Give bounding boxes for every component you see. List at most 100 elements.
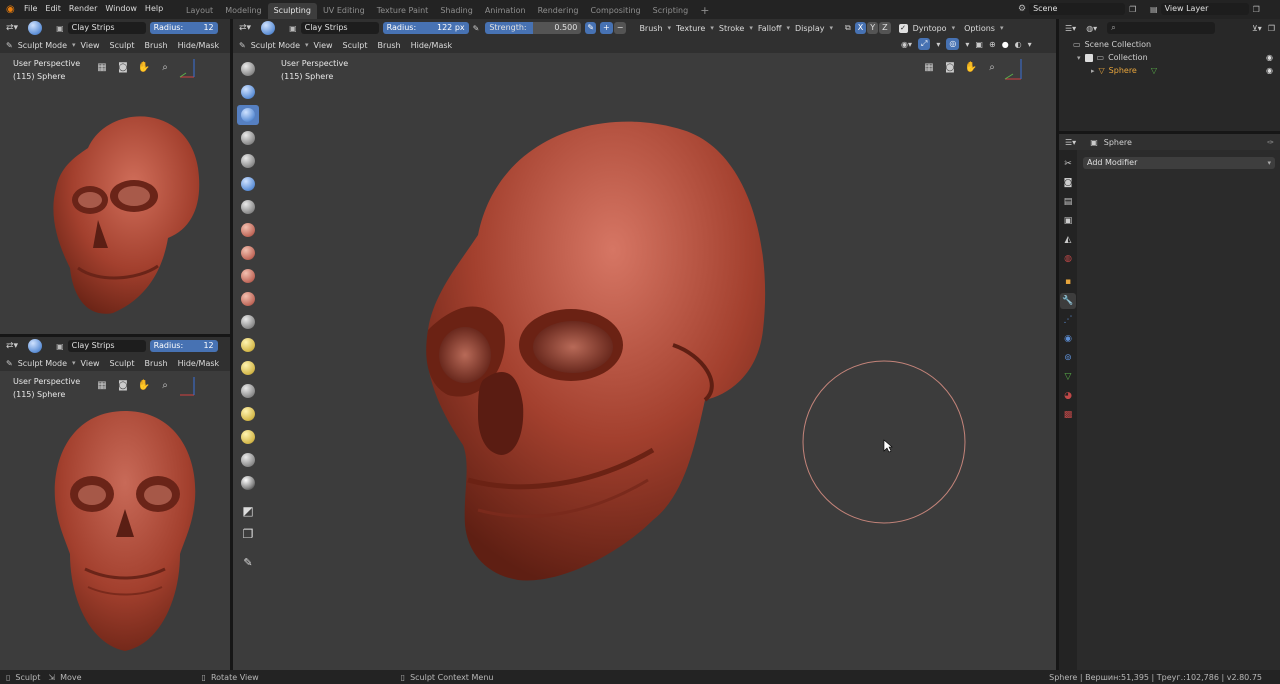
options-menu[interactable]: Options	[959, 24, 1000, 33]
menu-view[interactable]: View	[76, 41, 105, 50]
tab-scripting[interactable]: Scripting	[647, 3, 695, 19]
visibility-icon[interactable]: ◉▾	[901, 40, 912, 49]
menu-hide-mask[interactable]: Hide/Mask	[173, 41, 225, 50]
strength-field[interactable]: Strength: 0.500	[485, 22, 582, 34]
mesh-data-icon[interactable]: ▽	[1151, 66, 1157, 75]
mode-dropdown[interactable]: Sculpt Mode	[246, 41, 305, 50]
symmetry-y-toggle[interactable]: Y	[867, 22, 879, 34]
tool-simplify[interactable]	[237, 450, 259, 470]
tool-snake-hook[interactable]	[237, 358, 259, 378]
editor-type-icon[interactable]: ☰▾	[1065, 138, 1076, 147]
camera-icon[interactable]: ◙	[115, 377, 131, 393]
chevron-right-icon[interactable]: ▸	[1091, 67, 1095, 75]
tool-inflate[interactable]	[237, 151, 259, 171]
radius-pressure-icon[interactable]: ✎	[473, 24, 480, 33]
radius-field[interactable]: Radius: 12	[149, 22, 218, 34]
falloff-menu[interactable]: Falloff	[753, 24, 787, 33]
display-menu[interactable]: Display	[790, 24, 830, 33]
menu-view[interactable]: View	[76, 359, 105, 368]
radius-field[interactable]: Radius: 12	[149, 340, 218, 352]
brush-preview-icon[interactable]	[28, 21, 43, 35]
object-tab-icon[interactable]: ▪	[1060, 274, 1076, 290]
add-modifier-dropdown[interactable]: Add Modifier ▾	[1083, 157, 1275, 169]
mode-dropdown[interactable]: Sculpt Mode	[13, 41, 72, 50]
tool-mask[interactable]	[237, 473, 259, 493]
menu-view[interactable]: View	[309, 41, 338, 50]
hand-icon[interactable]: ✋	[136, 377, 152, 393]
tab-layout[interactable]: Layout	[180, 3, 219, 19]
left-bottom-viewport[interactable]: User Perspective (115) Sphere ▦ ◙ ✋ ⌕	[0, 371, 230, 670]
world-tab-icon[interactable]: ◍	[1060, 251, 1076, 267]
tool-clay-strips[interactable]	[237, 105, 259, 125]
tool-blob[interactable]	[237, 174, 259, 194]
skull-model-main[interactable]	[423, 115, 773, 585]
hand-icon[interactable]: ✋	[963, 59, 979, 75]
outliner-search-input[interactable]: ⌕	[1107, 22, 1216, 34]
axis-gizmo-icon[interactable]	[176, 375, 198, 399]
brush-menu[interactable]: Brush	[634, 24, 667, 33]
brush-name-field[interactable]: Clay Strips	[67, 340, 146, 352]
symmetry-z-toggle[interactable]: Z	[879, 22, 891, 34]
brush-name-field[interactable]: Clay Strips	[300, 22, 379, 34]
menu-brush[interactable]: Brush	[140, 359, 173, 368]
left-top-viewport[interactable]: User Perspective (115) Sphere ▦ ◙ ✋ ⌕	[0, 53, 230, 334]
menu-sculpt[interactable]: Sculpt	[105, 359, 140, 368]
collection-checkbox[interactable]	[1084, 53, 1093, 62]
editor-type-icon[interactable]: ⇄▾	[6, 23, 18, 33]
material-shading-icon[interactable]: ◐	[1015, 40, 1022, 49]
axis-gizmo-icon[interactable]	[176, 57, 198, 81]
editor-type-icon[interactable]: ⇄▾	[6, 341, 18, 351]
view-layer-tab-icon[interactable]: ▣	[1060, 213, 1076, 229]
tool-thumb[interactable]	[237, 381, 259, 401]
tool-box-mask[interactable]: ◩	[237, 501, 259, 521]
brush-slot-icon[interactable]: ▣	[289, 24, 297, 33]
grid-icon[interactable]: ▦	[94, 59, 110, 75]
radius-field[interactable]: Radius: 122 px	[382, 22, 469, 34]
chevron-down-icon[interactable]: ▾	[1028, 40, 1032, 49]
brush-slot-icon[interactable]: ▣	[56, 342, 64, 351]
zoom-icon[interactable]: ⌕	[157, 377, 173, 393]
tool-rotate[interactable]	[237, 427, 259, 447]
chevron-down-icon[interactable]: ▾	[1077, 54, 1081, 62]
tool-fill[interactable]	[237, 266, 259, 286]
tab-shading[interactable]: Shading	[434, 3, 479, 19]
new-collection-icon[interactable]: ❐	[1268, 24, 1275, 33]
tree-row-collection[interactable]: ▾ ▭ Collection ◉	[1073, 51, 1273, 64]
skull-model-left[interactable]	[48, 108, 208, 323]
skull-model-front[interactable]	[50, 409, 200, 654]
tab-texture-paint[interactable]: Texture Paint	[371, 3, 435, 19]
tool-smooth[interactable]	[237, 220, 259, 240]
mode-dropdown[interactable]: Sculpt Mode	[13, 359, 72, 368]
brush-name-field[interactable]: Clay Strips	[67, 22, 146, 34]
hand-icon[interactable]: ✋	[136, 59, 152, 75]
brush-preview-icon[interactable]	[28, 339, 43, 353]
tool-grab[interactable]	[237, 335, 259, 355]
brush-preview-icon[interactable]	[261, 21, 276, 35]
menu-file[interactable]: File	[24, 4, 45, 13]
camera-icon[interactable]: ◙	[115, 59, 131, 75]
view-layer-field[interactable]: View Layer	[1160, 3, 1249, 15]
editor-type-icon[interactable]: ☰▾	[1065, 24, 1076, 33]
scene-tab-icon[interactable]: ◭	[1060, 232, 1076, 248]
modifier-tab-icon[interactable]: 🔧	[1060, 293, 1076, 309]
view-layer-icon[interactable]: ▤	[1150, 5, 1158, 14]
tool-tab-icon[interactable]: ✂	[1060, 156, 1076, 172]
tool-layer[interactable]	[237, 128, 259, 148]
material-tab-icon[interactable]: ◕	[1060, 388, 1076, 404]
menu-help[interactable]: Help	[145, 4, 171, 13]
xray-icon[interactable]: ▣	[975, 40, 983, 49]
dyntopo-menu[interactable]: Dyntopo	[908, 24, 952, 33]
chevron-down-icon[interactable]: ▾	[936, 40, 940, 49]
dyntopo-checkbox[interactable]: ✓	[898, 23, 908, 33]
tab-modeling[interactable]: Modeling	[219, 3, 267, 19]
texture-tab-icon[interactable]: ▩	[1060, 407, 1076, 423]
mesh-data-tab-icon[interactable]: ▽	[1060, 369, 1076, 385]
grid-icon[interactable]: ▦	[921, 59, 937, 75]
zoom-icon[interactable]: ⌕	[157, 59, 173, 75]
tool-nudge[interactable]	[237, 404, 259, 424]
tool-annotate[interactable]: ✎	[237, 552, 259, 572]
texture-menu[interactable]: Texture	[671, 24, 710, 33]
tool-crease[interactable]	[237, 197, 259, 217]
menu-brush[interactable]: Brush	[140, 41, 173, 50]
axis-gizmo-icon[interactable]	[1001, 57, 1025, 83]
